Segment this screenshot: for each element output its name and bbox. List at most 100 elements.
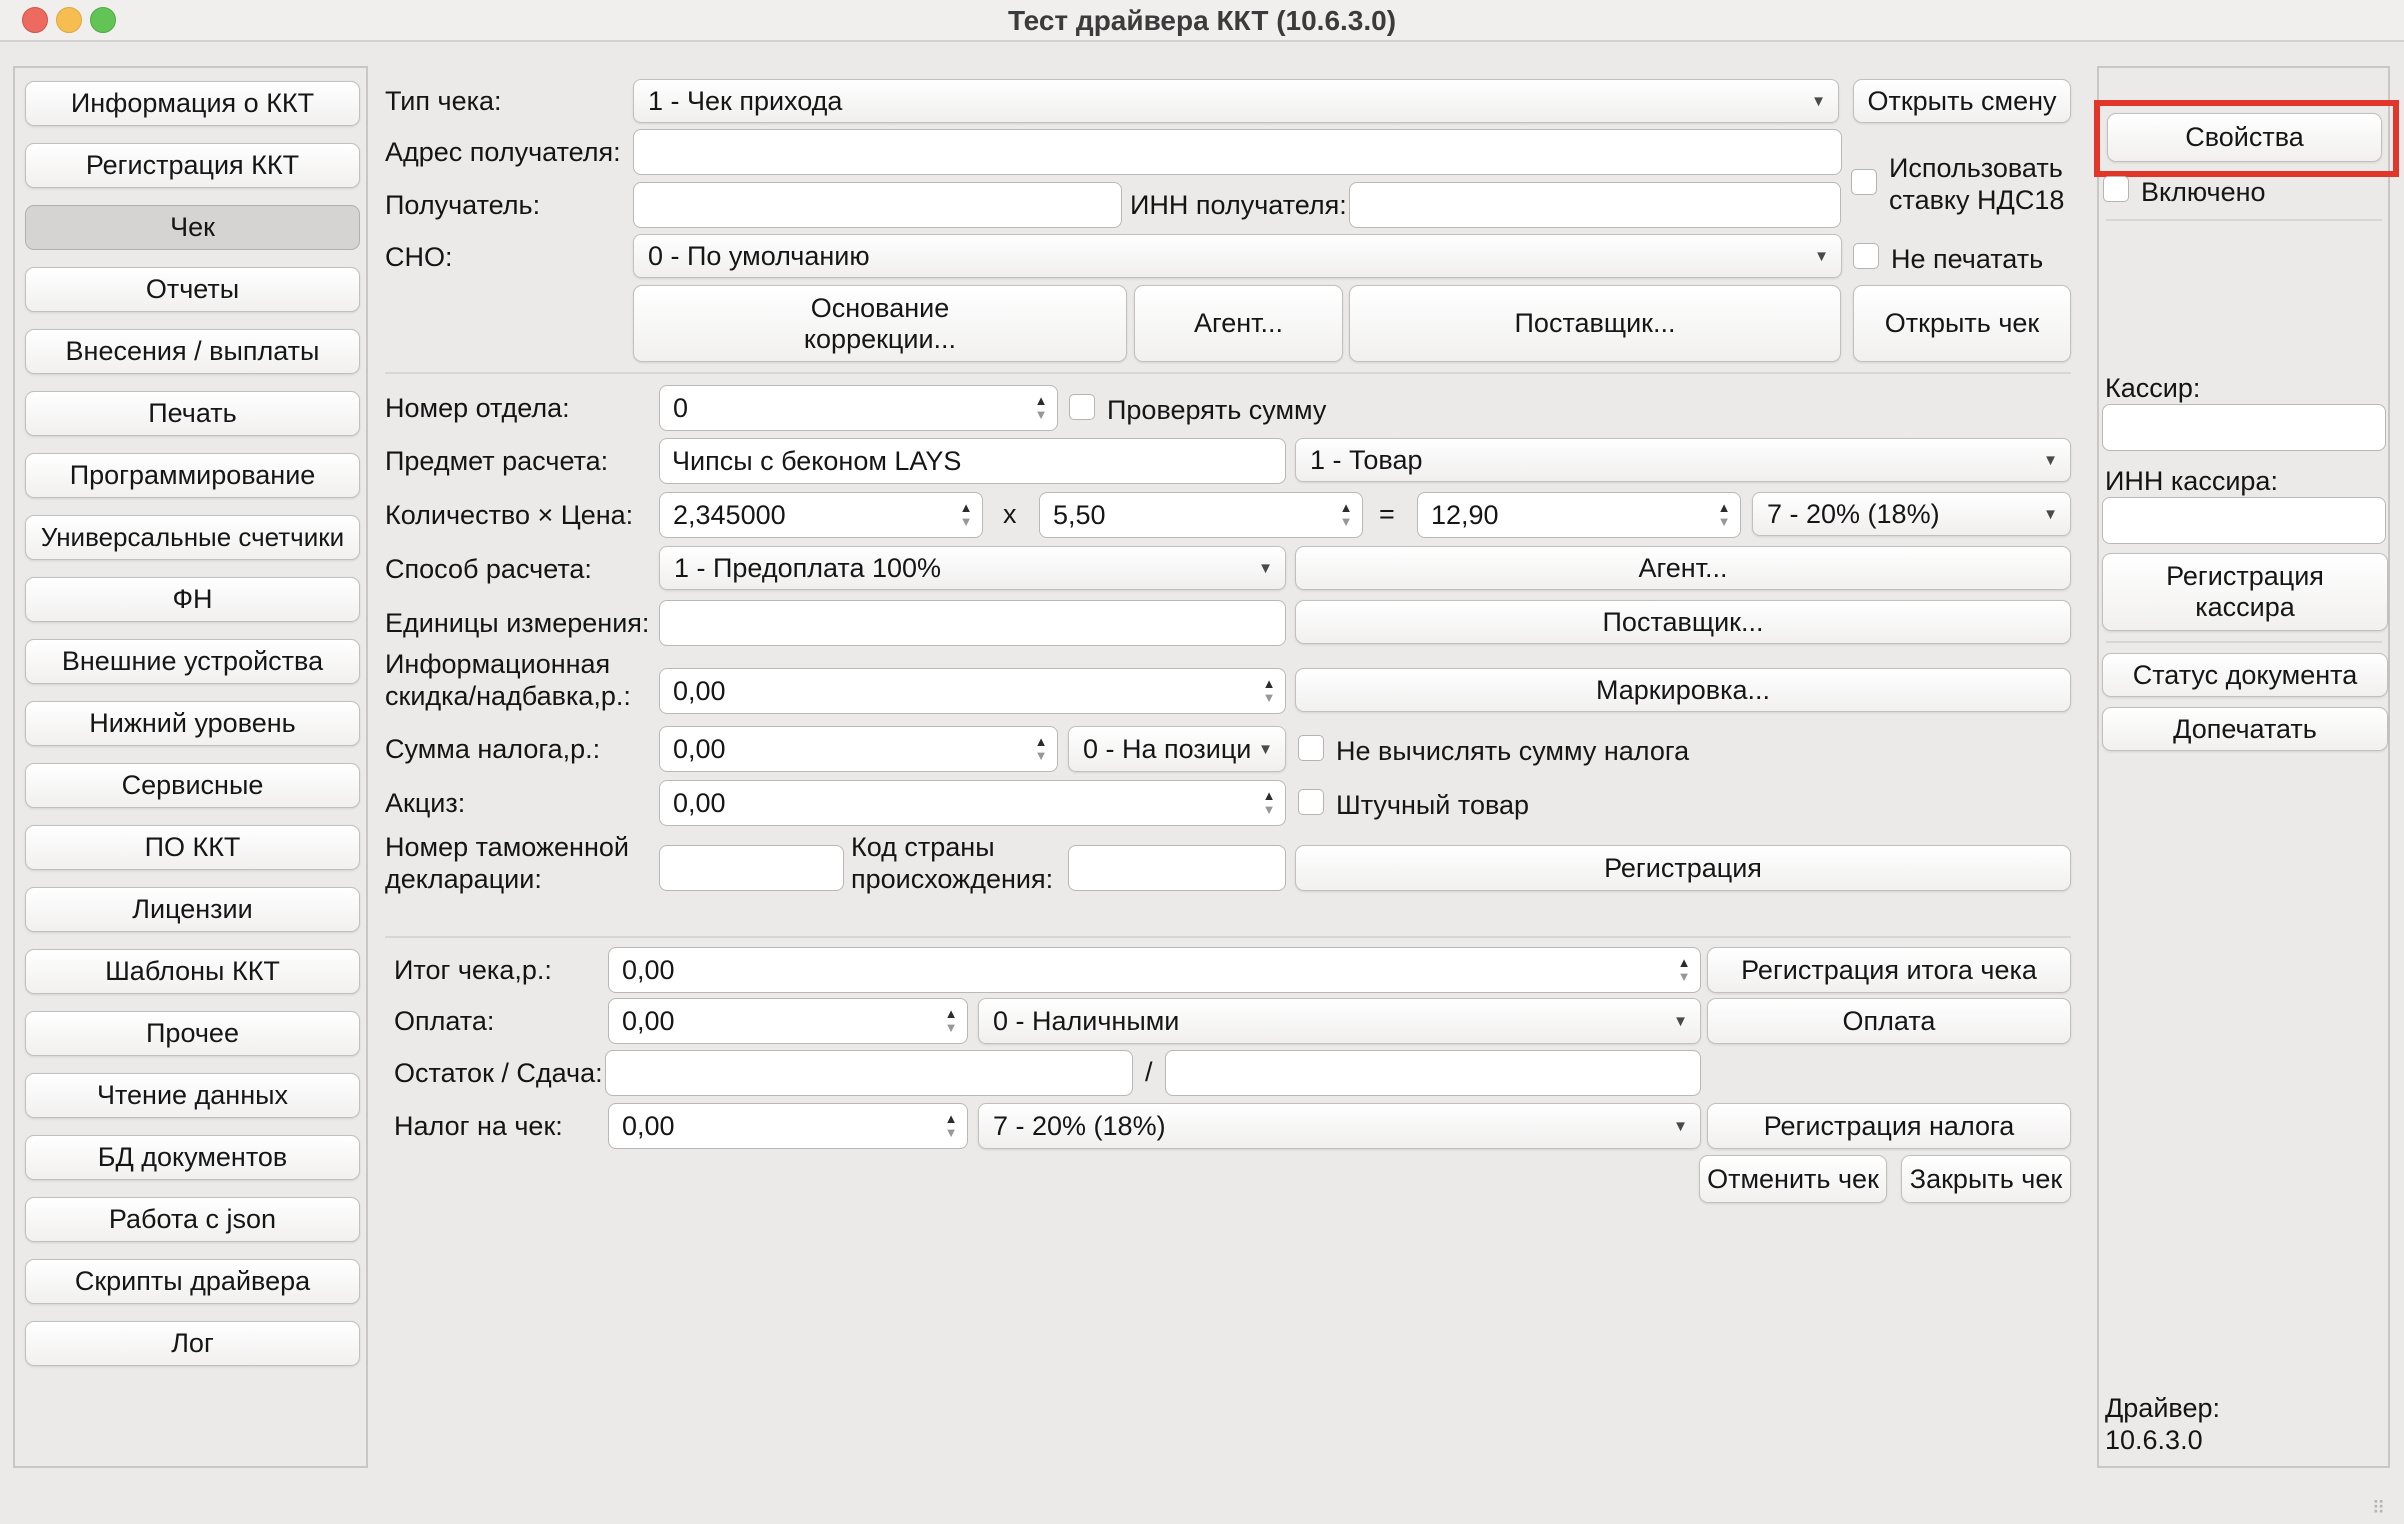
supplier-button-top[interactable]: Поставщик... <box>1349 285 1841 362</box>
check-type-select[interactable]: 1 - Чек прихода ▼ <box>633 79 1839 123</box>
correction-basis-button[interactable]: Основание коррекции... <box>633 285 1127 362</box>
payment-stepper[interactable]: 0,00 ▲▼ <box>608 998 968 1044</box>
sidebar-item-low-level[interactable]: Нижний уровень <box>25 701 360 746</box>
stepper-up-icon[interactable]: ▲ <box>960 501 973 515</box>
agent-button[interactable]: Агент... <box>1295 546 2071 590</box>
stepper-up-icon[interactable]: ▲ <box>945 1007 958 1021</box>
stepper-down-icon[interactable]: ▼ <box>1263 691 1276 705</box>
department-stepper[interactable]: 0 ▲▼ <box>659 385 1058 431</box>
sidebar-item-docs-db[interactable]: БД документов <box>25 1135 360 1180</box>
sidebar-item-service[interactable]: Сервисные <box>25 763 360 808</box>
stepper-up-icon[interactable]: ▲ <box>1340 501 1353 515</box>
verify-sum-checkbox[interactable] <box>1069 394 1095 420</box>
position-sum-stepper[interactable]: 12,90 ▲▼ <box>1417 492 1741 538</box>
stepper-down-icon[interactable]: ▼ <box>1340 515 1353 529</box>
sidebar-item-licenses[interactable]: Лицензии <box>25 887 360 932</box>
register-tax-button[interactable]: Регистрация налога <box>1707 1103 2071 1149</box>
sidebar-item-kkt-software[interactable]: ПО ККТ <box>25 825 360 870</box>
vat18-checkbox[interactable] <box>1851 169 1877 195</box>
piece-good-checkbox[interactable] <box>1298 789 1324 815</box>
agent-button-top[interactable]: Агент... <box>1134 285 1343 362</box>
stepper-up-icon[interactable]: ▲ <box>1035 735 1048 749</box>
stepper-down-icon[interactable]: ▼ <box>1678 970 1691 984</box>
price-stepper[interactable]: 5,50 ▲▼ <box>1039 492 1363 538</box>
panel-divider <box>2106 219 2382 221</box>
check-tax-stepper[interactable]: 0,00 ▲▼ <box>608 1103 968 1149</box>
stepper-down-icon[interactable]: ▼ <box>1718 515 1731 529</box>
no-print-checkbox[interactable] <box>1853 243 1879 269</box>
supplier-button[interactable]: Поставщик... <box>1295 600 2071 644</box>
open-check-button[interactable]: Открыть чек <box>1853 285 2071 362</box>
payment-button[interactable]: Оплата <box>1707 998 2071 1044</box>
stepper-up-icon[interactable]: ▲ <box>1263 677 1276 691</box>
recipient-address-input[interactable] <box>633 129 1842 175</box>
sidebar-item-log[interactable]: Лог <box>25 1321 360 1366</box>
close-window-icon[interactable] <box>22 7 48 33</box>
close-check-button[interactable]: Закрыть чек <box>1901 1155 2071 1203</box>
stepper-up-icon[interactable]: ▲ <box>945 1112 958 1126</box>
rest-input[interactable] <box>605 1050 1133 1096</box>
recipient-inn-input[interactable] <box>1349 182 1841 228</box>
stepper-down-icon[interactable]: ▼ <box>945 1126 958 1140</box>
units-input[interactable] <box>659 600 1286 646</box>
item-tax-rate-value: 7 - 20% (18%) <box>1753 499 2037 530</box>
item-tax-rate-select[interactable]: 7 - 20% (18%) ▼ <box>1752 492 2071 536</box>
sidebar-item-read-data[interactable]: Чтение данных <box>25 1073 360 1118</box>
zoom-window-icon[interactable] <box>90 7 116 33</box>
stepper-up-icon[interactable]: ▲ <box>1718 501 1731 515</box>
sidebar-item-reports[interactable]: Отчеты <box>25 267 360 312</box>
no-tax-calc-checkbox[interactable] <box>1298 735 1324 761</box>
sidebar-item-print[interactable]: Печать <box>25 391 360 436</box>
sidebar-item-driver-scripts[interactable]: Скрипты драйвера <box>25 1259 360 1304</box>
sidebar-item-cash-in-out[interactable]: Внесения / выплаты <box>25 329 360 374</box>
subject-type-select[interactable]: 1 - Товар ▼ <box>1295 438 2071 482</box>
country-code-input[interactable] <box>1068 845 1286 891</box>
registration-button[interactable]: Регистрация <box>1295 845 2071 891</box>
tax-target-select[interactable]: 0 - На позицию ▼ <box>1068 726 1286 772</box>
stepper-down-icon[interactable]: ▼ <box>1035 749 1048 763</box>
register-cashier-button[interactable]: Регистрация кассира <box>2102 553 2388 631</box>
register-total-button[interactable]: Регистрация итога чека <box>1707 947 2071 993</box>
sidebar-item-other[interactable]: Прочее <box>25 1011 360 1056</box>
cashier-inn-input[interactable] <box>2102 497 2386 544</box>
payment-type-select[interactable]: 0 - Наличными ▼ <box>978 998 1701 1044</box>
sidebar-item-universal-counters[interactable]: Универсальные счетчики <box>25 515 360 560</box>
tax-sum-stepper[interactable]: 0,00 ▲▼ <box>659 726 1058 772</box>
stepper-down-icon[interactable]: ▼ <box>960 515 973 529</box>
sidebar-item-json[interactable]: Работа с json <box>25 1197 360 1242</box>
minimize-window-icon[interactable] <box>56 7 82 33</box>
stepper-up-icon[interactable]: ▲ <box>1263 789 1276 803</box>
cancel-check-button[interactable]: Отменить чек <box>1699 1155 1887 1203</box>
open-shift-button[interactable]: Открыть смену <box>1853 79 2071 123</box>
cashier-input[interactable] <box>2102 404 2386 451</box>
change-input[interactable] <box>1165 1050 1701 1096</box>
sno-select[interactable]: 0 - По умолчанию ▼ <box>633 234 1842 278</box>
marking-button[interactable]: Маркировка... <box>1295 668 2071 712</box>
check-tax-rate-select[interactable]: 7 - 20% (18%) ▼ <box>978 1103 1701 1149</box>
check-total-stepper[interactable]: 0,00 ▲▼ <box>608 947 1701 993</box>
sidebar-item-kkt-info[interactable]: Информация о ККТ <box>25 81 360 126</box>
customs-declaration-input[interactable] <box>659 845 844 891</box>
stepper-down-icon[interactable]: ▼ <box>1263 803 1276 817</box>
payment-method-select[interactable]: 1 - Предоплата 100% ▼ <box>659 546 1286 590</box>
stepper-down-icon[interactable]: ▼ <box>1035 408 1048 422</box>
sno-label: СНО: <box>385 241 453 273</box>
stepper-up-icon[interactable]: ▲ <box>1035 394 1048 408</box>
excise-stepper[interactable]: 0,00 ▲▼ <box>659 780 1286 826</box>
sidebar-item-check[interactable]: Чек <box>25 205 360 250</box>
discount-stepper[interactable]: 0,00 ▲▼ <box>659 668 1286 714</box>
sidebar-item-programming[interactable]: Программирование <box>25 453 360 498</box>
sidebar-item-fn[interactable]: ФН <box>25 577 360 622</box>
sidebar-item-external-devices[interactable]: Внешние устройства <box>25 639 360 684</box>
stepper-up-icon[interactable]: ▲ <box>1678 956 1691 970</box>
recipient-input[interactable] <box>633 182 1122 228</box>
subject-input[interactable] <box>659 438 1286 484</box>
sidebar-item-kkt-templates[interactable]: Шаблоны ККТ <box>25 949 360 994</box>
resize-grip[interactable]: ⠿ <box>2372 1498 2387 1519</box>
quantity-stepper[interactable]: 2,345000 ▲▼ <box>659 492 983 538</box>
reprint-button[interactable]: Допечатать <box>2102 707 2388 751</box>
document-status-button[interactable]: Статус документа <box>2102 653 2388 697</box>
enabled-checkbox[interactable] <box>2103 176 2129 202</box>
sidebar-item-kkt-registration[interactable]: Регистрация ККТ <box>25 143 360 188</box>
stepper-down-icon[interactable]: ▼ <box>945 1021 958 1035</box>
